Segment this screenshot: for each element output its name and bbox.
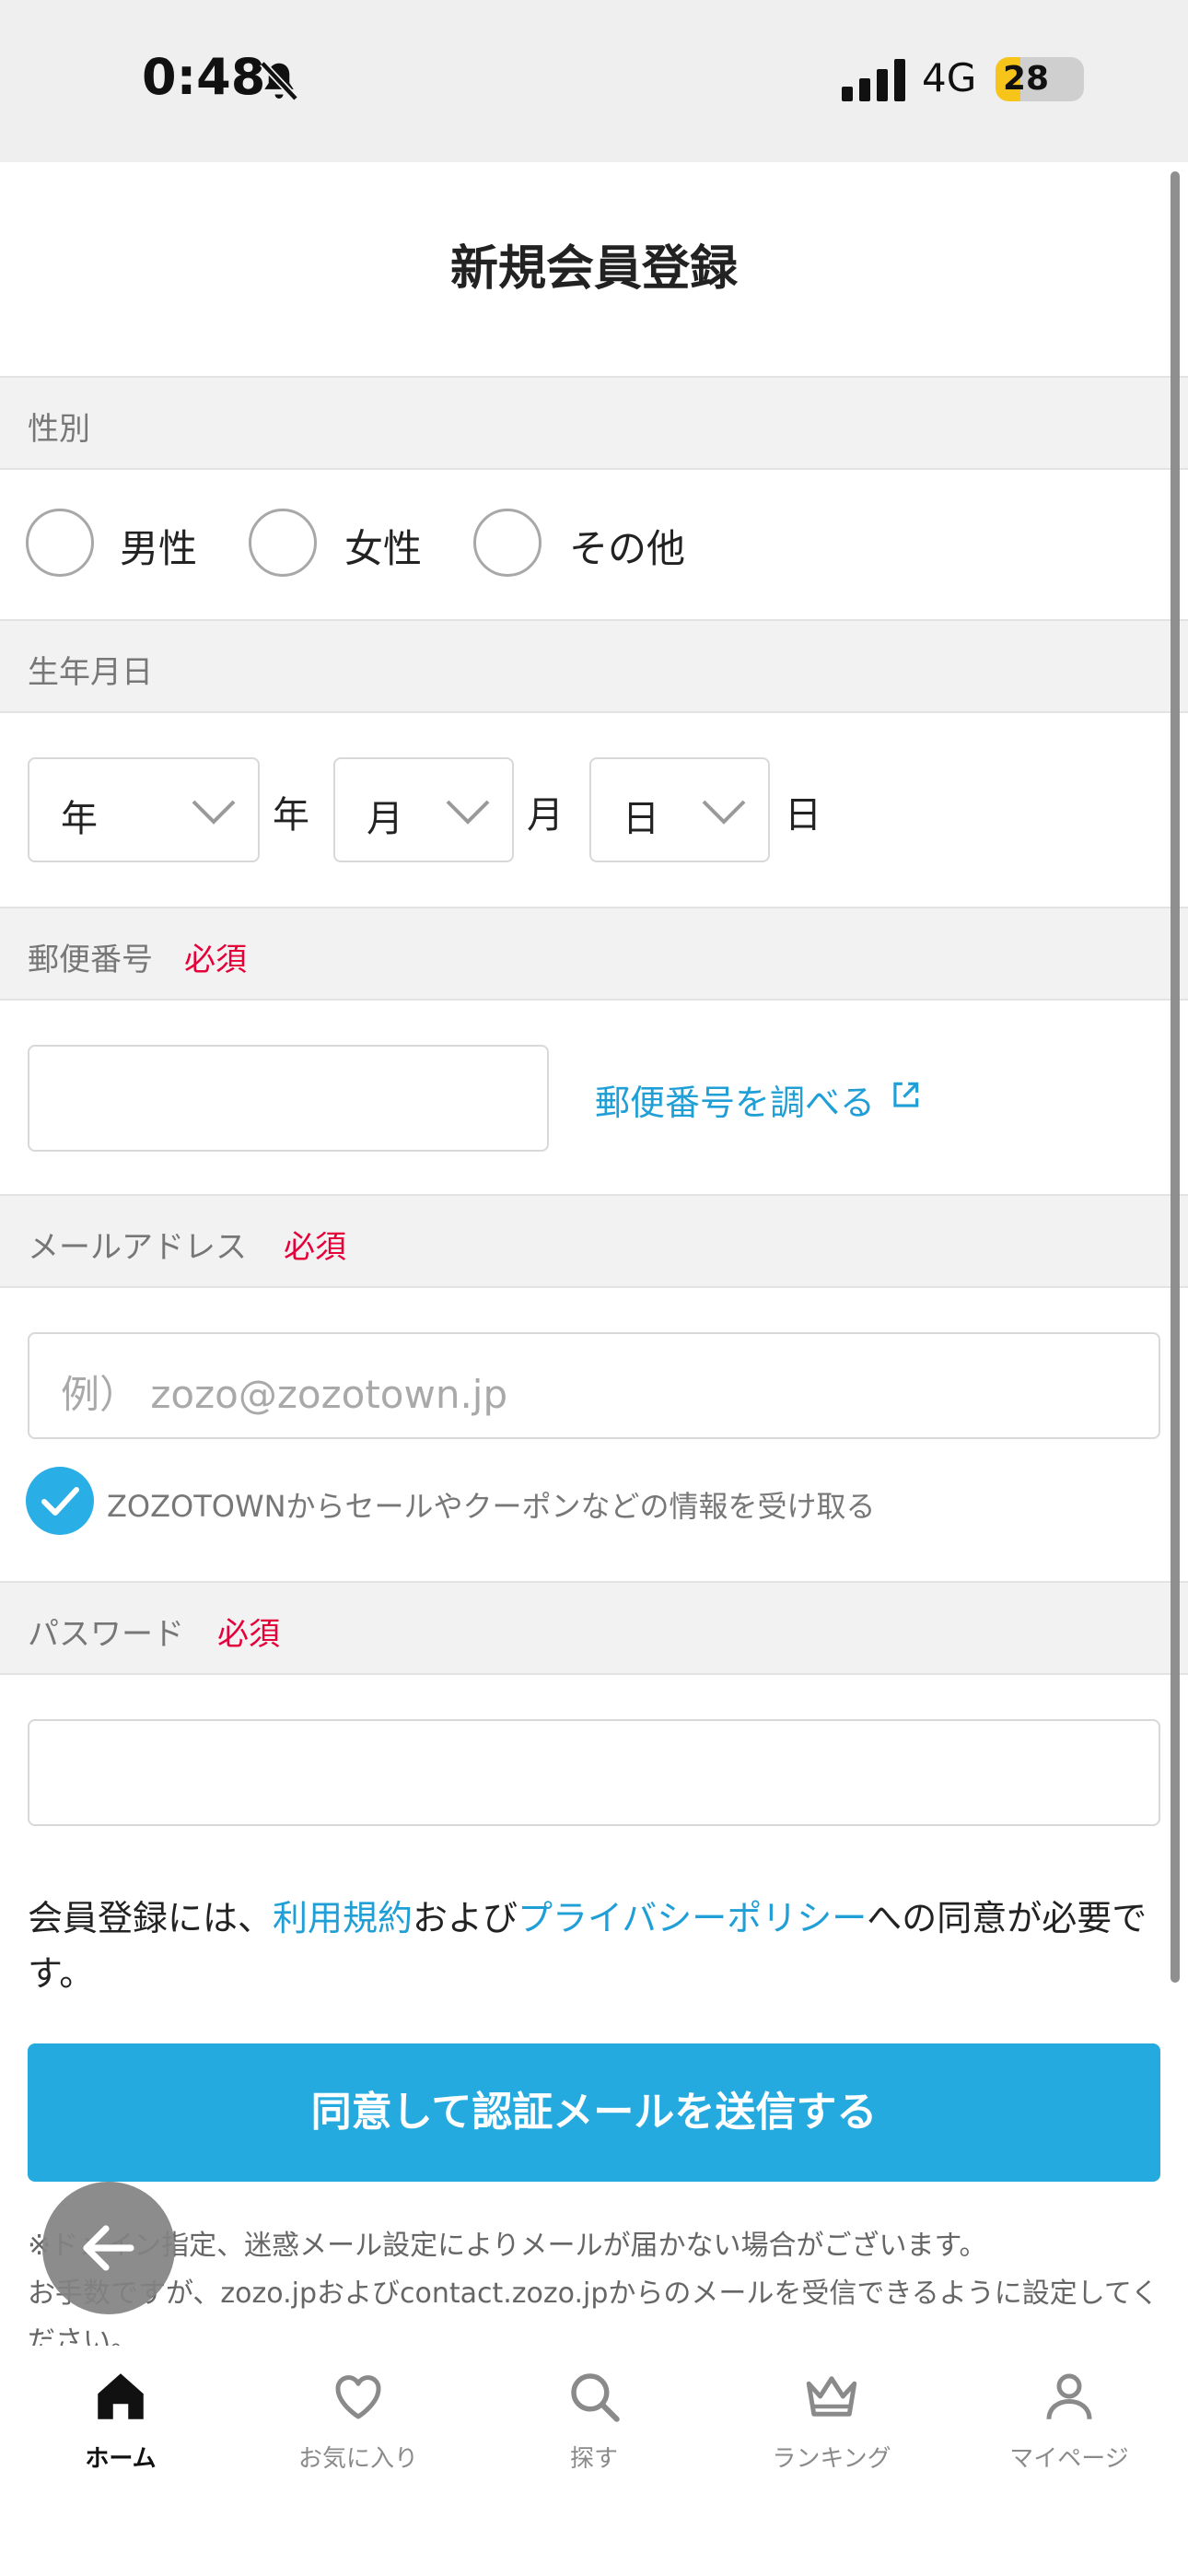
tab-home[interactable]: ホーム — [2, 2366, 239, 2504]
chevron-down-icon — [702, 800, 746, 825]
postal-code-lookup-link[interactable]: 郵便番号を調べる — [595, 1074, 875, 1125]
newsletter-checkbox[interactable] — [26, 1467, 94, 1535]
tab-label: マイページ — [1009, 2445, 1129, 2473]
cellular-signal-icon — [842, 59, 905, 101]
email-section-header: メールアドレス 必須 — [0, 1194, 1188, 1288]
birth-month-value: 月 — [367, 798, 403, 840]
home-icon — [98, 2373, 144, 2419]
radio-button[interactable] — [473, 509, 542, 577]
tab-label: ホーム — [85, 2445, 157, 2473]
status-bar: 0:48 4G 28 — [0, 0, 1188, 162]
required-badge: 必須 — [184, 942, 247, 978]
bottom-tab-bar: ホーム お気に入り 探す ランキング マイページ — [0, 2348, 1188, 2576]
password-section-header: パスワード 必須 — [0, 1581, 1188, 1675]
postal-code-section-header: 郵便番号 必須 — [0, 907, 1188, 1001]
crown-icon — [806, 2376, 857, 2417]
radio-label: その他 — [569, 526, 686, 571]
heart-icon — [335, 2375, 381, 2419]
birth-day-value: 日 — [623, 798, 659, 840]
chevron-down-icon — [192, 800, 236, 825]
page-title: 新規会員登録 — [449, 241, 738, 297]
terms-link[interactable]: 利用規約 — [273, 1898, 413, 1938]
birthday-section-header: 生年月日 — [0, 619, 1188, 713]
send-verification-email-button[interactable]: 同意して認証メールを送信する — [28, 2043, 1160, 2182]
scrollbar[interactable] — [1171, 171, 1180, 1983]
birthday-label: 生年月日 — [28, 654, 153, 691]
chevron-down-icon — [446, 800, 490, 825]
birth-year-unit: 年 — [273, 794, 309, 837]
birth-month-select[interactable]: 月 — [333, 757, 514, 862]
back-button[interactable] — [42, 2182, 175, 2314]
privacy-policy-link[interactable]: プライバシーポリシー — [518, 1898, 867, 1938]
tab-label: ランキング — [772, 2445, 891, 2473]
checkmark-icon — [41, 1487, 79, 1516]
bell-muted-icon — [260, 61, 298, 101]
agreement-and: および — [413, 1898, 518, 1938]
postal-code-label: 郵便番号 — [28, 942, 153, 978]
network-type: 4G — [922, 55, 977, 100]
tab-favorites[interactable]: お気に入り — [239, 2366, 477, 2504]
battery-cap — [1077, 70, 1083, 88]
postal-code-input[interactable] — [28, 1045, 549, 1152]
required-badge: 必須 — [217, 1616, 280, 1653]
birth-day-unit: 日 — [785, 794, 821, 837]
radio-label: 女性 — [344, 526, 423, 571]
birth-year-select[interactable]: 年 — [28, 757, 260, 862]
password-label: パスワード — [28, 1616, 184, 1653]
note-line-2: お手数ですが、zozo.jpおよびcontact.zozo.jpからのメールを受… — [28, 2277, 1159, 2346]
required-badge: 必須 — [284, 1229, 346, 1266]
status-time: 0:48 — [142, 48, 266, 106]
tab-label: お気に入り — [297, 2445, 418, 2473]
birth-month-unit: 月 — [527, 794, 564, 837]
birth-year-value: 年 — [61, 798, 98, 840]
gender-section-header: 性別 — [0, 376, 1188, 470]
tab-label: 探す — [569, 2445, 618, 2473]
email-delivery-note: ※ドメイン指定、迷惑メール設定によりメールが届かない場合がございます。 お手数で… — [28, 2222, 1160, 2346]
person-icon — [1046, 2373, 1092, 2419]
tab-mypage[interactable]: マイページ — [950, 2366, 1188, 2504]
birth-day-select[interactable]: 日 — [589, 757, 770, 862]
password-input[interactable] — [28, 1719, 1160, 1826]
gender-label: 性別 — [28, 411, 90, 448]
note-line-1: ※ドメイン指定、迷惑メール設定によりメールが届かない場合がございます。 — [28, 2230, 987, 2262]
battery-level: 28 — [1003, 60, 1050, 98]
search-icon — [571, 2373, 620, 2422]
tab-ranking[interactable]: ランキング — [713, 2366, 950, 2504]
newsletter-label[interactable]: ZOZOTOWNからセールやクーポンなどの情報を受け取る — [107, 1483, 876, 1526]
radio-button[interactable] — [26, 509, 94, 577]
agreement-prefix: 会員登録には、 — [28, 1898, 274, 1938]
radio-button[interactable] — [249, 509, 317, 577]
arrow-left-icon — [83, 2225, 134, 2271]
radio-label: 男性 — [120, 526, 198, 571]
battery-icon: 28 — [996, 57, 1084, 101]
email-input[interactable]: 例） zozo@zozotown.jp — [28, 1332, 1160, 1439]
agreement-text: 会員登録には、利用規約およびプライバシーポリシーへの同意が必要です。 — [28, 1891, 1160, 2001]
external-link-icon[interactable] — [888, 1078, 923, 1113]
email-label: メールアドレス — [28, 1229, 247, 1266]
email-placeholder: 例） zozo@zozotown.jp — [61, 1372, 508, 1417]
tab-search[interactable]: 探す — [475, 2366, 713, 2504]
